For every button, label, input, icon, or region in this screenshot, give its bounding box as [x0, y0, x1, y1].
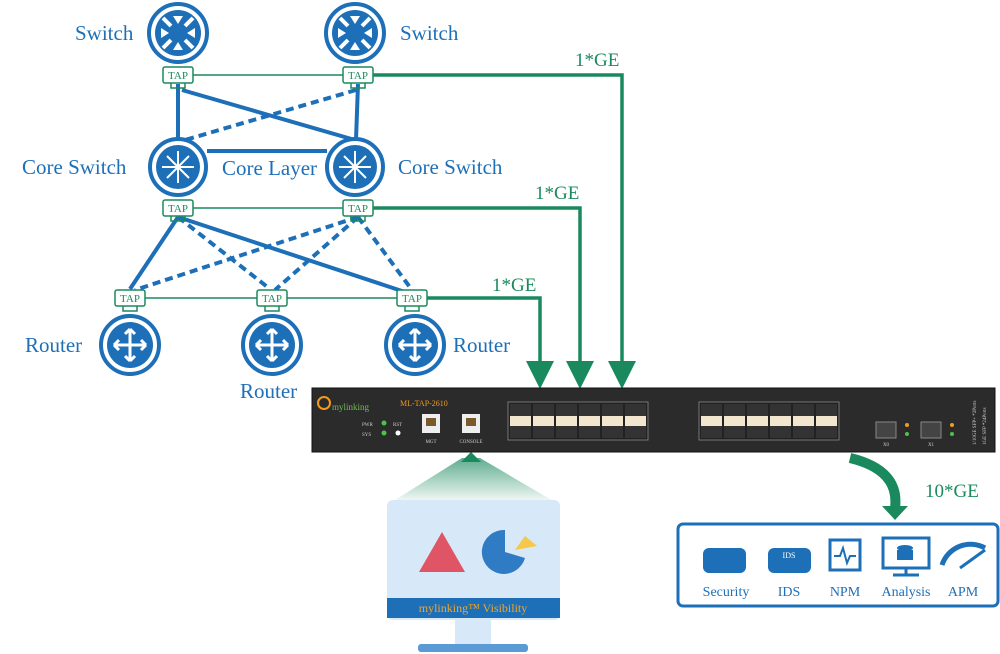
- sys-label: SYS: [362, 433, 371, 438]
- link-label: 10*GE: [925, 481, 979, 502]
- tool-label: Security: [703, 585, 750, 600]
- node-label: Core Switch: [22, 155, 127, 179]
- sfp-port: [816, 416, 837, 426]
- tool-label: Analysis: [882, 585, 931, 600]
- sfp-port: [579, 416, 600, 426]
- sfp-port: [533, 416, 554, 426]
- sfp-port: [724, 426, 745, 438]
- tap-label: TAP: [402, 293, 422, 305]
- tap-label: TAP: [120, 293, 140, 305]
- tool-label: IDS: [778, 585, 801, 600]
- router-icon: [99, 314, 161, 376]
- link-label: 1*GE: [492, 275, 536, 296]
- sfp-port: [510, 416, 531, 426]
- security-icon: [703, 548, 746, 573]
- sfp-port: [770, 426, 791, 438]
- tap-device: mylinking ML-TAP-2610 PWR SYS RST MGT CO…: [311, 387, 996, 453]
- sfp-port: [770, 404, 791, 416]
- router-icon: [241, 314, 303, 376]
- ten-ge-link: [848, 453, 901, 509]
- sfp-port: [625, 404, 646, 416]
- sfp-port: [816, 404, 837, 416]
- sfp-port: [701, 426, 722, 438]
- sfp-port: [579, 426, 600, 438]
- tap-label: TAP: [168, 203, 188, 215]
- sfp-port: [510, 426, 531, 438]
- sfp-port: [625, 416, 646, 426]
- link-label: 1*GE: [535, 183, 579, 204]
- sfp-port: [533, 426, 554, 438]
- side-text: 1GE SFP *24Ports: [983, 407, 988, 445]
- console-label: CONSOLE: [459, 440, 482, 445]
- network-diagram: 1*GE 1*GE 1*GE TAP TAP TAP TAP TAP TAP T…: [0, 0, 1000, 654]
- model-label: ML-TAP-2610: [400, 399, 448, 408]
- sfp-port: [510, 404, 531, 416]
- sfp-port: [533, 404, 554, 416]
- core-switch-icon: [148, 137, 208, 197]
- tap-label: TAP: [262, 293, 282, 305]
- sfp-port: [556, 426, 577, 438]
- node-label: Switch: [75, 21, 134, 45]
- sfp-port: [602, 404, 623, 416]
- sfp-port: [579, 404, 600, 416]
- sfp-port: [701, 416, 722, 426]
- node-label: Switch: [400, 21, 459, 45]
- x0-label: X0: [883, 443, 890, 448]
- node-label: Core Switch: [398, 155, 503, 179]
- sfp-port: [816, 426, 837, 438]
- sfp-port: [701, 404, 722, 416]
- sfp-port: [793, 404, 814, 416]
- tools-panel: IDS Security IDS NPM Analysis APM: [676, 522, 1000, 608]
- sfp-port: [770, 416, 791, 426]
- sfp-port: [724, 416, 745, 426]
- rst-label: RST: [393, 423, 402, 428]
- sfp-port: [793, 416, 814, 426]
- sfp-port: [602, 426, 623, 438]
- tool-label: APM: [948, 585, 979, 600]
- node-label: Router: [25, 333, 82, 357]
- sfp-port: [556, 416, 577, 426]
- sfp-port: [747, 416, 768, 426]
- tap-label: TAP: [168, 70, 188, 82]
- visibility-monitor: mylinking™ Visibility: [387, 452, 560, 652]
- diagram-canvas: 1*GE 1*GE 1*GE TAP TAP TAP TAP TAP TAP T…: [22, 2, 1000, 652]
- router-icon: [384, 314, 446, 376]
- side-text: 1/10GE SFP+ *2Ports: [973, 400, 978, 445]
- sfp-port: [602, 416, 623, 426]
- pwr-label: PWR: [362, 423, 374, 428]
- tap-label: TAP: [348, 203, 368, 215]
- sfp-port: [747, 404, 768, 416]
- switch-icon: [324, 2, 386, 64]
- svg-text:IDS: IDS: [783, 551, 796, 560]
- sfp-port: [747, 426, 768, 438]
- sfp-port: [556, 404, 577, 416]
- brand-logo: mylinking: [332, 402, 370, 412]
- core-switch-icon: [325, 137, 385, 197]
- link-label: 1*GE: [575, 50, 619, 71]
- mgt-label: MGT: [425, 440, 436, 445]
- core-layer-label: Core Layer: [222, 156, 317, 180]
- sfp-port: [793, 426, 814, 438]
- monitor-title: mylinking™ Visibility: [419, 601, 528, 615]
- tool-label: NPM: [830, 585, 861, 600]
- sfp-port: [625, 426, 646, 438]
- node-label: Router: [240, 379, 297, 403]
- sfp-port: [724, 404, 745, 416]
- switch-icon: [147, 2, 209, 64]
- x1-label: X1: [928, 443, 935, 448]
- tap-label: TAP: [348, 70, 368, 82]
- node-label: Router: [453, 333, 510, 357]
